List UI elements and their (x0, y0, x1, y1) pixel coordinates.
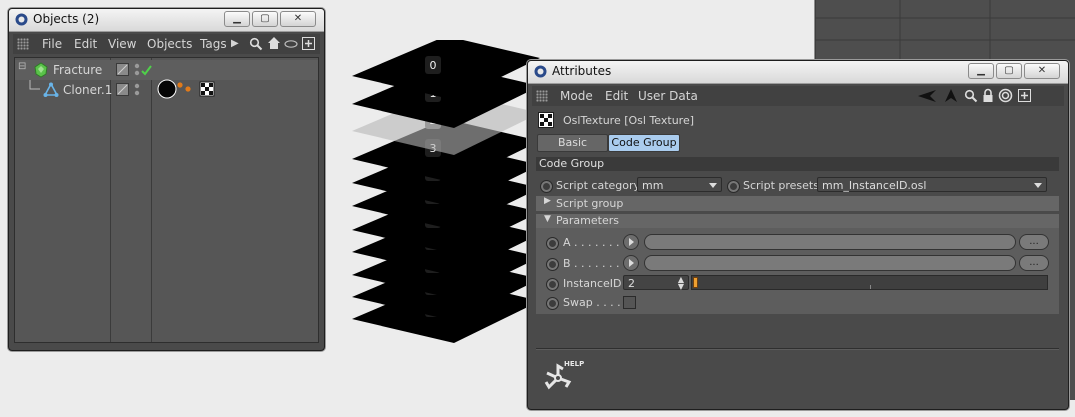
menu-file[interactable]: File (42, 37, 62, 51)
script-group-header[interactable]: ▶ Script group (536, 196, 1059, 211)
param-a-radio[interactable] (546, 237, 559, 250)
checker-texture-icon (538, 112, 554, 128)
material-tags-icons[interactable] (157, 79, 219, 99)
script-presets-label: Script presets (743, 179, 819, 192)
visibility-dots-icon[interactable] (133, 62, 153, 78)
swap-checkbox[interactable] (623, 296, 636, 309)
param-b-label: B . . . . . . . . (563, 257, 627, 270)
parameters-label: Parameters (556, 214, 619, 227)
home-icon[interactable] (267, 36, 281, 51)
param-b-link-field[interactable] (644, 255, 1016, 271)
objects-menubar: File Edit View Objects Tags ▶ (13, 34, 320, 54)
tree-label-cloner[interactable]: Cloner.1 (63, 83, 112, 97)
objects-window: Objects (2) ▁ ▢ ✕ File Edit View Objects… (8, 8, 325, 351)
attributes-titlebar[interactable]: Attributes ▁ ▢ ✕ (528, 61, 1068, 84)
instance-id-value: 2 (628, 277, 635, 290)
attributes-window: Attributes ▁ ▢ ✕ Mode Edit User Data Osl… (527, 60, 1069, 410)
grip-icon[interactable] (17, 38, 29, 50)
cloner-slice-stack: 109876543210 (352, 40, 540, 343)
expand-arrow-icon: ▶ (544, 196, 551, 206)
swap-label: Swap . . . . . (563, 296, 628, 309)
param-b-browse-button[interactable]: ... (1019, 255, 1049, 271)
cinema4d-logo-icon (534, 65, 547, 78)
menu-overflow-icon[interactable]: ▶ (231, 38, 239, 49)
script-category-label: Script category (556, 179, 641, 192)
script-group-label: Script group (556, 197, 624, 210)
param-a-browse-button[interactable]: ... (1019, 234, 1049, 250)
layer-icon[interactable] (116, 83, 130, 97)
slider-tick (870, 285, 871, 289)
parameters-header[interactable]: ▼ Parameters (536, 214, 1059, 228)
instance-id-radio[interactable] (546, 278, 559, 291)
eye-icon[interactable] (284, 39, 298, 49)
menu-edit[interactable]: Edit (605, 89, 628, 103)
layer-icon[interactable] (116, 63, 130, 77)
script-presets-dropdown[interactable]: mm_InstanceID.osl (817, 177, 1047, 192)
search-icon[interactable] (964, 89, 978, 103)
tab-bar: Basic Code Group (537, 134, 681, 152)
close-button[interactable]: ✕ (1024, 63, 1060, 79)
script-category-dropdown[interactable]: mm (637, 177, 722, 192)
tree-row-cloner[interactable]: Cloner.1 (15, 79, 318, 100)
new-panel-icon[interactable] (1018, 89, 1031, 102)
object-name: OslTexture [Osl Texture] (563, 114, 695, 127)
target-icon[interactable] (998, 88, 1013, 103)
tab-code-group[interactable]: Code Group (608, 134, 680, 152)
instance-id-slider[interactable] (691, 275, 1048, 290)
new-panel-icon[interactable] (302, 37, 315, 50)
slider-handle[interactable] (693, 277, 698, 288)
maximize-button[interactable]: ▢ (252, 11, 278, 27)
menu-tags[interactable]: Tags (200, 37, 227, 51)
param-b-expand-button[interactable] (623, 255, 639, 271)
param-a-expand-button[interactable] (623, 234, 639, 250)
minimize-button[interactable]: ▁ (968, 63, 994, 79)
search-icon[interactable] (249, 37, 263, 51)
tree-branch-line (29, 80, 40, 90)
chevron-down-icon (709, 183, 717, 188)
attributes-window-title: Attributes (552, 64, 612, 78)
fracture-object-icon (34, 62, 48, 78)
visibility-dots-icon[interactable] (133, 82, 143, 98)
swap-radio[interactable] (546, 297, 559, 310)
object-tree-panel: ⊟ Fracture Cloner.1 (14, 57, 319, 343)
cinema4d-logo-icon (15, 13, 28, 26)
chevron-down-icon (1034, 183, 1042, 188)
objects-window-title: Objects (2) (33, 12, 100, 26)
script-presets-radio[interactable] (727, 180, 740, 193)
grip-icon[interactable] (536, 90, 548, 102)
stepper-arrows-icon[interactable]: ▲ ▼ (678, 276, 684, 291)
cloner-object-icon (43, 82, 59, 97)
maximize-button[interactable]: ▢ (996, 63, 1022, 79)
script-category-value: mm (642, 179, 664, 192)
param-b-radio[interactable] (546, 258, 559, 271)
section-title: Code Group (539, 157, 605, 170)
menu-user-data[interactable]: User Data (638, 89, 698, 103)
menu-edit[interactable]: Edit (74, 37, 97, 51)
param-a-label: A . . . . . . . . (563, 236, 627, 249)
section-header: Code Group (536, 157, 1059, 171)
instance-id-label: InstanceID (563, 277, 622, 290)
menu-view[interactable]: View (108, 37, 136, 51)
tab-basic[interactable]: Basic (537, 134, 608, 152)
slice-label: 0 (430, 59, 437, 72)
attributes-menubar: Mode Edit User Data (532, 86, 1064, 106)
help-icon[interactable] (543, 363, 573, 393)
script-category-radio[interactable] (540, 180, 553, 193)
param-a-link-field[interactable] (644, 234, 1016, 250)
collapse-toggle-icon[interactable]: ⊟ (18, 61, 26, 72)
instance-id-field[interactable]: 2 ▲ ▼ (623, 275, 689, 291)
parameters-group: ▼ Parameters A . . . . . . . . ... B . .… (536, 214, 1059, 314)
menu-mode[interactable]: Mode (560, 89, 593, 103)
up-arrow-icon[interactable] (944, 88, 958, 103)
objects-titlebar[interactable]: Objects (2) ▁ ▢ ✕ (9, 9, 324, 32)
tree-row-fracture[interactable]: ⊟ Fracture (15, 60, 318, 80)
close-button[interactable]: ✕ (280, 11, 316, 27)
menu-objects[interactable]: Objects (147, 37, 192, 51)
back-arrow-icon[interactable] (917, 89, 937, 103)
tree-label-fracture[interactable]: Fracture (53, 63, 102, 77)
minimize-button[interactable]: ▁ (224, 11, 250, 27)
collapse-arrow-icon: ▼ (544, 214, 551, 224)
script-presets-value: mm_InstanceID.osl (822, 179, 927, 192)
lock-icon[interactable] (982, 88, 994, 103)
